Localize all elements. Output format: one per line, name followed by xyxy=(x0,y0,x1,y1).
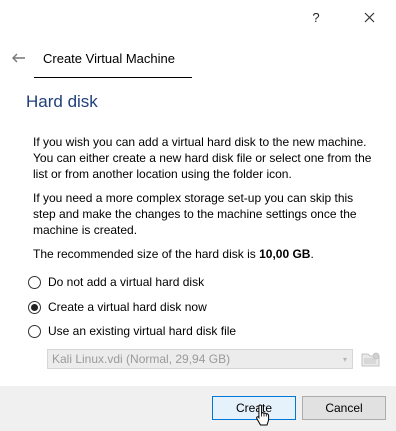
recommended-size-value: 10,00 GB xyxy=(259,247,311,261)
radio-no-disk[interactable]: Do not add a virtual hard disk xyxy=(28,275,204,289)
radio-button[interactable] xyxy=(28,275,41,289)
close-button[interactable] xyxy=(357,6,381,28)
radio-existing-disk[interactable]: Use an existing virtual hard disk file xyxy=(28,324,236,338)
choose-disk-file-button[interactable] xyxy=(360,349,382,369)
existing-disk-value: Kali Linux.vdi (Normal, 29,94 GB) xyxy=(52,352,231,366)
existing-disk-select[interactable]: Kali Linux.vdi (Normal, 29,94 GB) ▾ xyxy=(47,349,353,369)
title-underline xyxy=(34,77,192,78)
help-button[interactable]: ? xyxy=(304,6,328,28)
page-heading: Hard disk xyxy=(26,92,98,111)
arrow-left-icon xyxy=(11,53,25,63)
intro-paragraph: If you wish you can add a virtual hard d… xyxy=(33,135,372,181)
recommended-size-text: The recommended size of the hard disk is… xyxy=(33,246,378,262)
radio-label: Use an existing virtual hard disk file xyxy=(48,324,237,338)
radio-button[interactable] xyxy=(28,324,41,338)
radio-label: Do not add a virtual hard disk xyxy=(48,275,205,289)
recommended-suffix: . xyxy=(310,247,314,261)
folder-icon xyxy=(361,352,380,366)
radio-label: Create a virtual hard disk now xyxy=(48,300,207,314)
complex-setup-paragraph: If you need a more complex storage set-u… xyxy=(33,191,357,237)
recommended-prefix: The recommended size of the hard disk is xyxy=(33,247,260,261)
radio-create-disk[interactable]: Create a virtual hard disk now xyxy=(28,300,207,314)
radio-button[interactable] xyxy=(28,300,41,314)
wizard-title: Create Virtual Machine xyxy=(43,51,175,66)
close-icon xyxy=(364,12,374,22)
back-button[interactable] xyxy=(9,51,27,65)
cancel-button[interactable]: Cancel xyxy=(302,396,386,420)
create-button[interactable]: Create xyxy=(212,396,296,420)
radio-selected-dot xyxy=(31,303,38,311)
mouse-cursor-icon xyxy=(256,404,270,426)
chevron-down-icon: ▾ xyxy=(342,354,347,364)
